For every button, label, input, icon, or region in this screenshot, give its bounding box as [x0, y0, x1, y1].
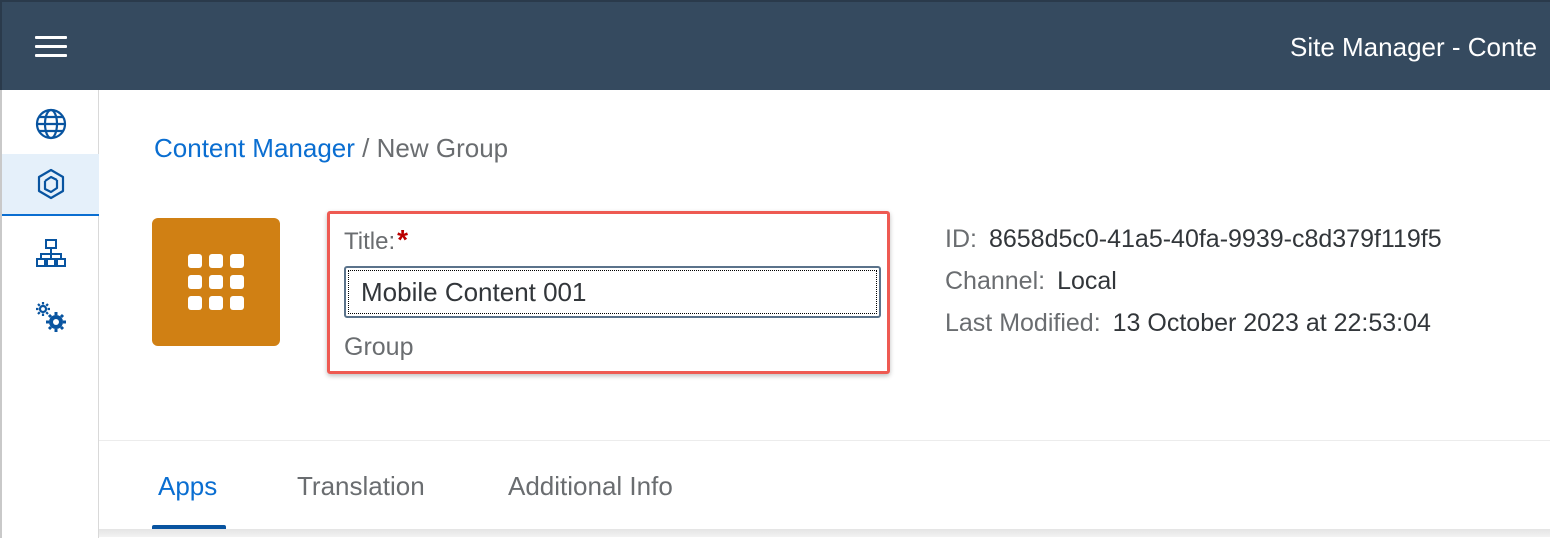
tab-additional-info[interactable]: Additional Info: [508, 469, 673, 503]
meta-last-modified: Last Modified: 13 October 2023 at 22:53:0…: [945, 307, 1431, 339]
sidenav-item-content-manager[interactable]: [2, 154, 99, 216]
cube-icon: [37, 168, 64, 200]
meta-channel: Channel: Local: [945, 265, 1117, 297]
breadcrumb-link-content-manager[interactable]: Content Manager: [154, 133, 355, 163]
shell-title: Site Manager - Conte: [1290, 32, 1538, 62]
shell-header: Site Manager - Conte: [0, 0, 1550, 90]
tab-apps[interactable]: Apps: [158, 469, 217, 503]
hamburger-menu-icon[interactable]: [35, 34, 69, 60]
grid-icon: [188, 254, 244, 310]
id-value: 8658d5c0-41a5-40fa-9939-c8d379f119f5: [988, 225, 1442, 253]
group-tile: [152, 218, 280, 346]
globe-icon: [35, 108, 66, 140]
tab-translation[interactable]: Translation: [297, 469, 425, 503]
id-label: ID:: [945, 225, 977, 253]
side-navigation: [0, 90, 99, 538]
breadcrumb-separator: /: [362, 133, 370, 163]
sidenav-item-hierarchy[interactable]: [2, 223, 99, 285]
required-mark: *: [397, 224, 409, 255]
breadcrumb-current: New Group: [376, 133, 509, 163]
settings-gears-icon: [35, 302, 66, 332]
tab-content-divider: [99, 529, 1550, 537]
channel-label: Channel:: [945, 267, 1046, 295]
group-type-label: Group: [344, 333, 414, 361]
sidenav-item-sites[interactable]: [2, 93, 99, 155]
tab-bar: Apps Translation Additional Info: [99, 440, 1550, 538]
last-modified-value: 13 October 2023 at 22:53:04: [1112, 309, 1431, 337]
channel-value: Local: [1057, 267, 1117, 295]
meta-id: ID: 8658d5c0-41a5-40fa-9939-c8d379f119f5: [945, 223, 1442, 255]
sidenav-item-settings[interactable]: [2, 286, 99, 348]
breadcrumb: Content Manager / New Group: [154, 131, 508, 165]
title-label: Title:*: [344, 224, 409, 255]
hierarchy-icon: [35, 239, 66, 267]
last-modified-label: Last Modified:: [945, 309, 1101, 337]
title-input[interactable]: [344, 266, 881, 318]
